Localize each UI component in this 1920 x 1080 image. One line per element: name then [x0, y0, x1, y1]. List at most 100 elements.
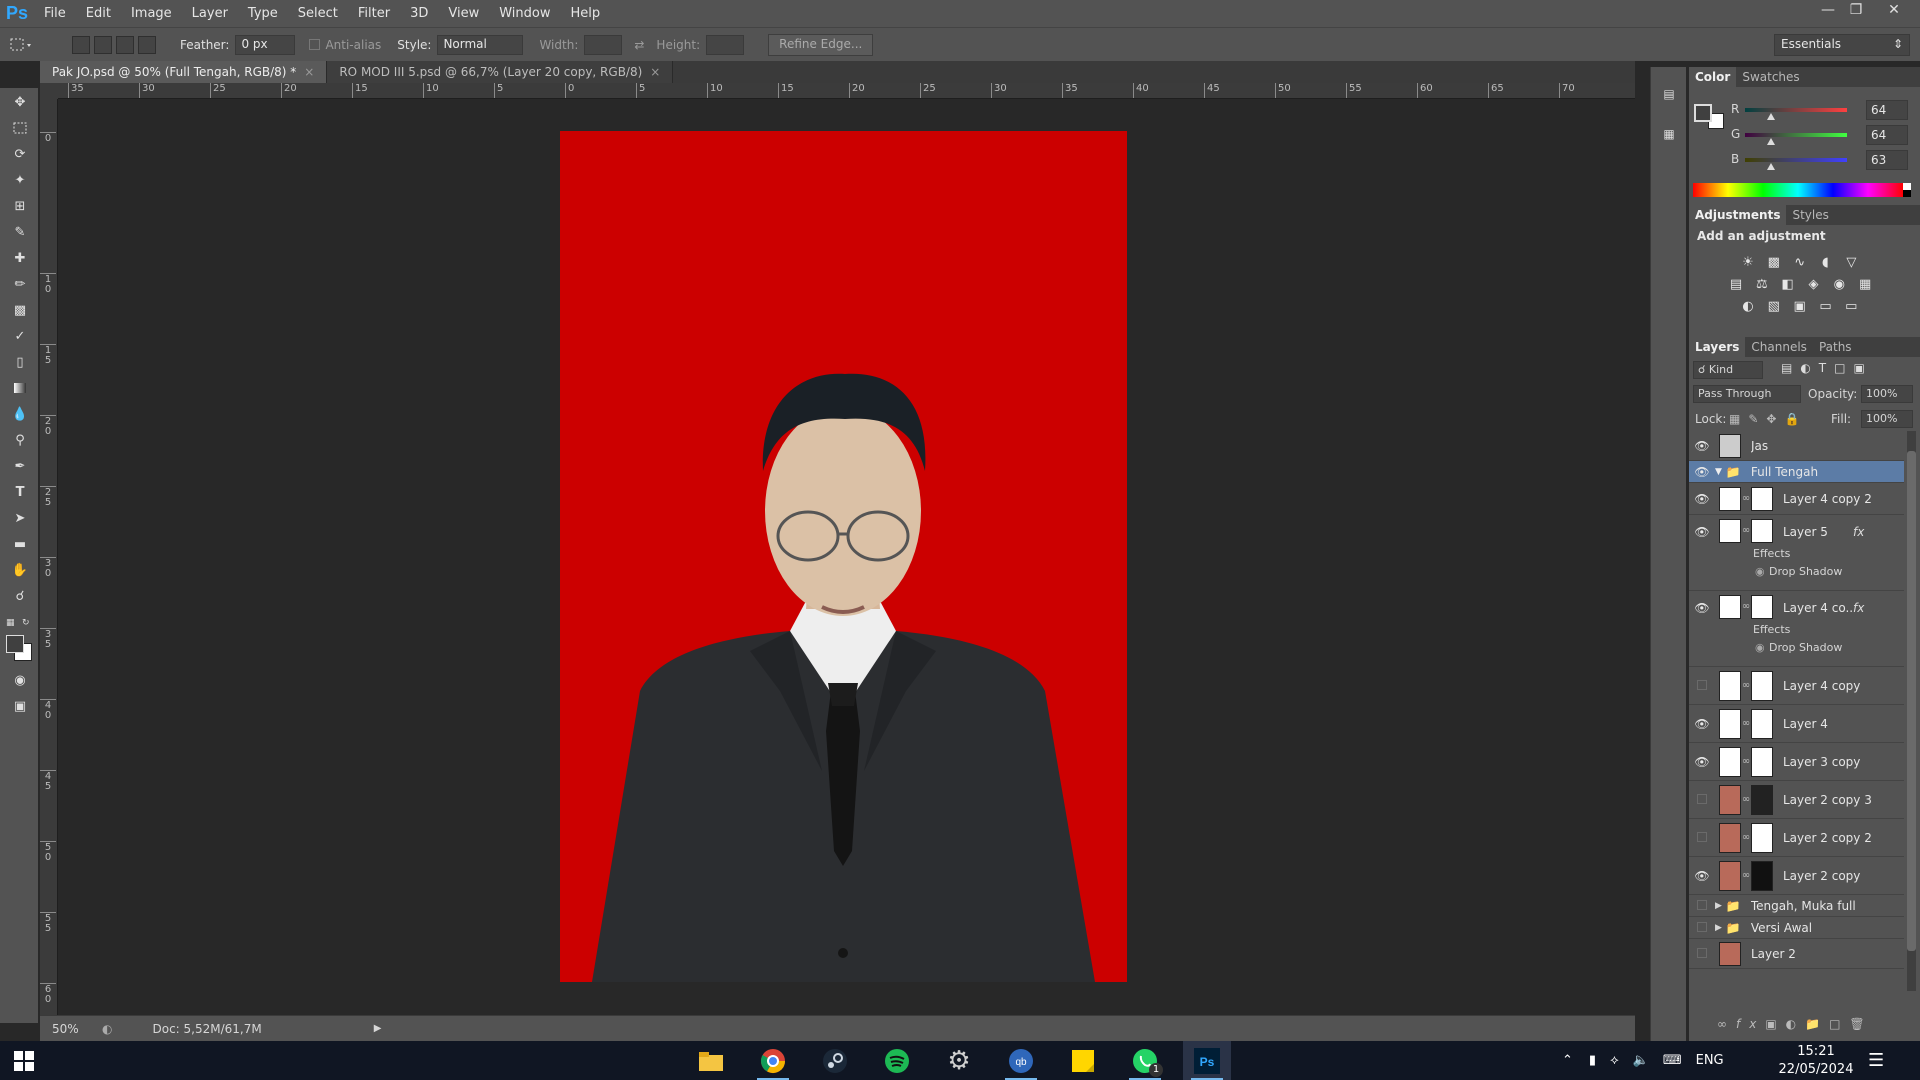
show-hidden-icons-icon[interactable]: ⌃	[1562, 1053, 1573, 1068]
visibility-toggle[interactable]	[1689, 947, 1715, 961]
workspace-select[interactable]: Essentials ⇕	[1774, 34, 1910, 56]
selective-color-icon[interactable]: ▭	[1814, 295, 1836, 317]
fx-icon[interactable]: fx	[1853, 525, 1864, 539]
anti-alias-checkbox[interactable]	[309, 39, 321, 50]
expand-icon[interactable]: ▼	[1715, 467, 1722, 477]
tab-styles[interactable]: Styles	[1786, 205, 1834, 225]
wifi-icon[interactable]: ⟡	[1610, 1053, 1619, 1068]
menu-window[interactable]: Window	[489, 0, 560, 27]
tab-swatches[interactable]: Swatches	[1736, 67, 1805, 87]
tab-color[interactable]: Color	[1689, 67, 1737, 87]
refine-edge-button[interactable]: Refine Edge...	[768, 33, 874, 56]
style-select[interactable]: Normal	[437, 34, 524, 55]
pen-tool-icon[interactable]: ✒	[9, 456, 31, 476]
photoshop-taskbar-icon[interactable]: Ps	[1183, 1041, 1231, 1080]
eye-icon[interactable]: 👁	[1689, 439, 1715, 453]
layer-row[interactable]: ∞ Layer 2 copy 3	[1689, 781, 1904, 819]
menu-select[interactable]: Select	[288, 0, 348, 27]
layer-filter-icons[interactable]: ▤◐T□▣	[1781, 361, 1873, 375]
restore-icon[interactable]: ❐	[1842, 0, 1870, 20]
notification-center-icon[interactable]: ☰	[1868, 1041, 1884, 1080]
visibility-toggle[interactable]	[1689, 921, 1715, 935]
visibility-toggle[interactable]	[1689, 793, 1715, 807]
eraser-tool-icon[interactable]: ▯	[9, 352, 31, 372]
layer-row[interactable]: 👁 ∞ Layer 2 copy	[1689, 857, 1904, 895]
blue-value[interactable]: 63	[1866, 150, 1908, 170]
eye-icon[interactable]: 👁	[1689, 465, 1715, 479]
qbittorrent-icon[interactable]: qb	[997, 1041, 1045, 1080]
close-icon[interactable]: ✕	[1880, 0, 1908, 20]
layer-row[interactable]: 👁 Jas	[1689, 431, 1904, 461]
layer-group-row[interactable]: 👁 ▼ 📁 Full Tengah	[1689, 461, 1904, 483]
close-icon[interactable]: ×	[650, 65, 660, 79]
close-icon[interactable]: ×	[304, 65, 314, 79]
crop-tool-icon[interactable]: ⊞	[9, 196, 31, 216]
layer-row[interactable]: 👁 ∞ Layer 5 fx Effects ◉ Drop Shadow	[1689, 515, 1904, 591]
clone-stamp-icon[interactable]: ▩	[9, 300, 31, 320]
scrollbar-thumb[interactable]	[1907, 451, 1916, 951]
layer-row[interactable]: 👁 ∞ Layer 4 co... fx Effects ◉ Drop Shad…	[1689, 591, 1904, 667]
zoom-tool-icon[interactable]: ☌	[9, 586, 31, 606]
layer-group-row[interactable]: ▶ 📁 Tengah, Muka full	[1689, 895, 1904, 917]
clock[interactable]: 15:21 22/05/2024	[1779, 1041, 1854, 1080]
white-swatch[interactable]	[1903, 183, 1911, 190]
eye-icon[interactable]: 👁	[1689, 601, 1715, 615]
rectangular-marquee-icon[interactable]	[9, 118, 31, 138]
tab-paths[interactable]: Paths	[1813, 337, 1858, 357]
layer-filter-kind[interactable]: ☌ Kind	[1693, 361, 1763, 379]
default-colors-icon[interactable]: ▦	[6, 618, 18, 628]
fx-icon[interactable]: fx	[1853, 601, 1864, 615]
eye-icon[interactable]: 👁	[1689, 755, 1715, 769]
layer-mask[interactable]	[1751, 784, 1773, 815]
red-handle[interactable]	[1766, 113, 1775, 120]
keyboard-icon[interactable]: ⌨	[1663, 1053, 1682, 1068]
width-input[interactable]	[584, 34, 623, 55]
feather-input[interactable]: 0 px	[235, 34, 296, 55]
blur-tool-icon[interactable]: 💧	[9, 404, 31, 424]
settings-icon[interactable]: ⚙	[935, 1041, 983, 1080]
expand-icon[interactable]: ▶	[1715, 901, 1722, 911]
language-indicator[interactable]: ENG	[1696, 1053, 1724, 1068]
swap-colors-icon[interactable]: ↻	[22, 618, 34, 628]
swap-icon[interactable]: ⇄	[634, 38, 644, 52]
color-balance-icon[interactable]: ⚖	[1751, 273, 1773, 295]
menu-help[interactable]: Help	[561, 0, 611, 27]
file-explorer-icon[interactable]	[687, 1041, 735, 1080]
green-slider[interactable]: G 64	[1689, 124, 1920, 146]
new-selection-icon[interactable]	[72, 35, 90, 54]
expand-icon[interactable]: ▶	[1715, 923, 1722, 933]
eye-icon[interactable]: ◉	[1755, 565, 1765, 578]
steam-icon[interactable]	[811, 1041, 859, 1080]
spotify-icon[interactable]	[873, 1041, 921, 1080]
properties-panel-icon[interactable]: ▦	[1659, 127, 1679, 147]
marquee-tool-preset-icon[interactable]	[0, 28, 42, 62]
hue-saturation-icon[interactable]: ▤	[1725, 273, 1747, 295]
menu-layer[interactable]: Layer	[182, 0, 238, 27]
layer-mask[interactable]	[1751, 595, 1773, 619]
visibility-toggle[interactable]	[1689, 679, 1715, 693]
type-tool-icon[interactable]: T	[9, 482, 31, 502]
chrome-icon[interactable]	[749, 1041, 797, 1080]
blend-mode-select[interactable]: Pass Through	[1693, 385, 1801, 403]
minimize-icon[interactable]: —	[1814, 0, 1842, 20]
green-track[interactable]	[1745, 133, 1847, 137]
quick-mask-icon[interactable]: ◉	[9, 670, 31, 690]
green-value[interactable]: 64	[1866, 125, 1908, 145]
ruler-corner[interactable]	[40, 83, 58, 99]
document-canvas[interactable]	[560, 131, 1127, 982]
magic-wand-icon[interactable]: ✦	[9, 170, 31, 190]
layer-row[interactable]: ∞ Layer 4 copy	[1689, 667, 1904, 705]
layer-row[interactable]: 👁 ∞ Layer 4 copy 2	[1689, 483, 1904, 515]
channel-mixer-icon[interactable]: ◉	[1828, 273, 1850, 295]
dodge-tool-icon[interactable]: ⚲	[9, 430, 31, 450]
red-slider[interactable]: R 64	[1689, 99, 1920, 121]
volume-icon[interactable]: 🔈	[1633, 1053, 1649, 1068]
exposure-icon[interactable]: ◖	[1814, 251, 1836, 273]
layer-row[interactable]: 👁 ∞ Layer 4	[1689, 705, 1904, 743]
menu-file[interactable]: File	[34, 0, 76, 27]
status-icon[interactable]: ◐	[102, 1022, 112, 1036]
gradient-map-icon[interactable]: ▭	[1840, 295, 1862, 317]
menu-image[interactable]: Image	[121, 0, 182, 27]
subtract-selection-icon[interactable]	[116, 35, 134, 54]
blue-slider[interactable]: B 63	[1689, 149, 1920, 171]
